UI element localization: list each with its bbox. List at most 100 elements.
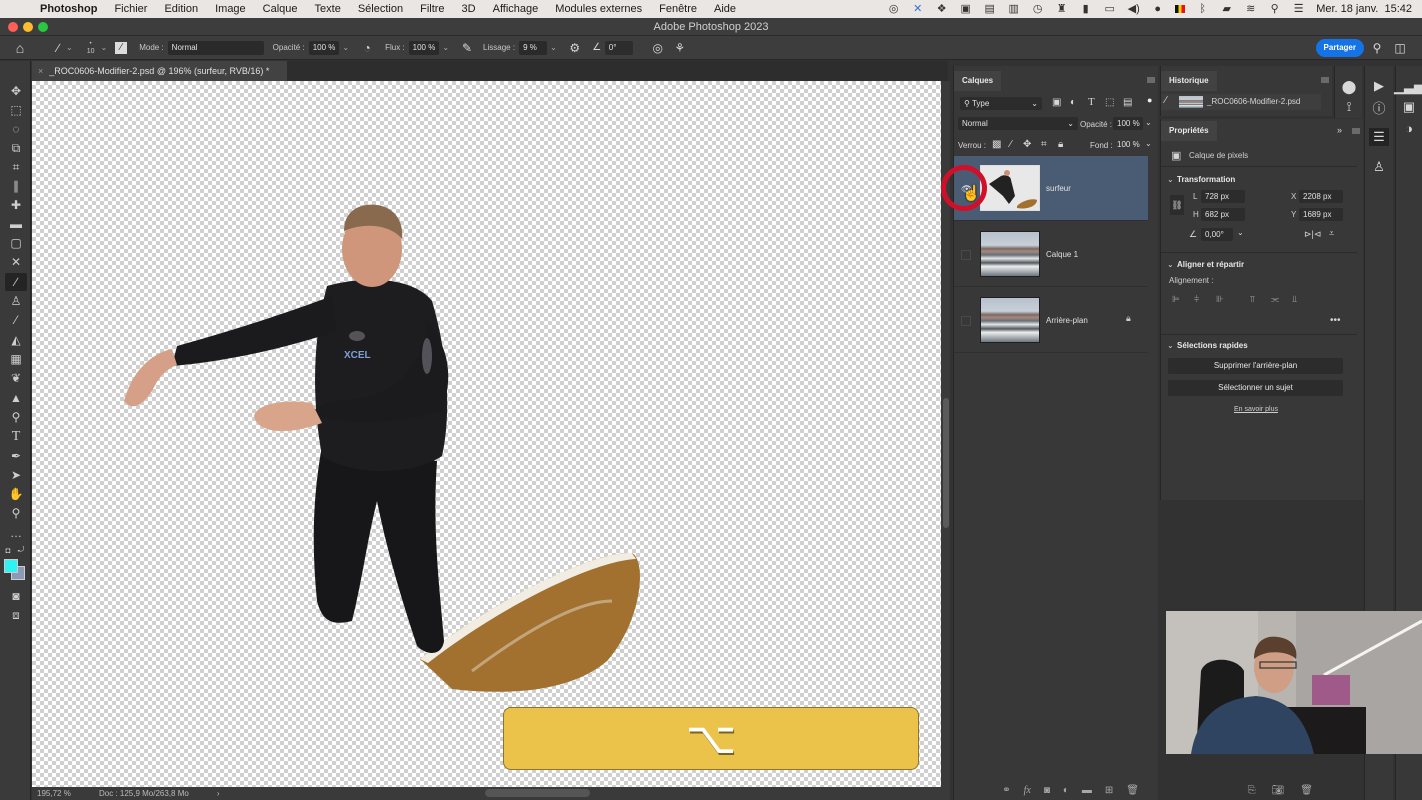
screen-mode-icon[interactable]: ⧈ <box>5 606 27 624</box>
menu-fichier[interactable]: Fichier <box>114 3 147 15</box>
add-mask-icon[interactable]: ◙ <box>1044 785 1050 796</box>
layer-row-calque-1[interactable]: Calque 1 <box>954 222 1148 287</box>
chevron-down-icon[interactable]: ⌄ <box>1167 260 1174 269</box>
binoculars-icon[interactable]: ♜ <box>1055 3 1068 15</box>
smoothing-field[interactable]: 9 % <box>519 40 548 55</box>
paths-icon[interactable]: ⟟ <box>1340 98 1358 116</box>
document-tab[interactable]: × _ROC0606-Modifier-2.psd @ 196% (surfeur… <box>32 61 287 81</box>
history-brush-source-icon[interactable]: ∕ <box>1165 95 1167 106</box>
battery-icon[interactable]: ▰ <box>1220 3 1233 15</box>
control-center-icon[interactable]: ☰ <box>1292 3 1305 15</box>
spot-healing-tool-icon[interactable]: ✚ <box>5 196 27 214</box>
status-menu-chevron-icon[interactable]: › <box>217 789 220 798</box>
y-field[interactable]: 1689 px <box>1299 208 1343 221</box>
menu-texte[interactable]: Texte <box>315 3 341 15</box>
smudge-tool-icon[interactable]: ❦ <box>5 369 27 387</box>
chevron-down-icon[interactable]: ⌄ <box>1237 228 1244 237</box>
pen-tool-icon[interactable]: ✒ <box>5 447 27 465</box>
chevron-down-icon[interactable]: ⌄ <box>342 43 349 52</box>
lock-all-icon[interactable]: 🔒︎ <box>1058 139 1063 150</box>
filter-smart-object-icon[interactable]: ▤ <box>1123 97 1132 108</box>
rotation-field[interactable]: 0,00° <box>1201 228 1233 241</box>
align-bottom-icon[interactable]: ⫫ <box>1292 294 1297 305</box>
align-hcenter-icon[interactable]: ⫩ <box>1194 294 1199 305</box>
chevron-down-icon[interactable]: ⌄ <box>550 43 557 52</box>
home-icon[interactable]: ⌂ <box>12 40 28 56</box>
quick-mask-icon[interactable]: ◙ <box>5 587 27 605</box>
history-snapshot-row[interactable]: ∕ _ROC0606-Modifier-2.psd <box>1161 94 1321 110</box>
menu-edition[interactable]: Edition <box>164 3 198 15</box>
marquee-tool-icon[interactable]: ⬚ <box>5 101 27 119</box>
document-canvas[interactable]: XCEL <box>32 81 941 787</box>
align-right-icon[interactable]: ⊪ <box>1216 294 1224 305</box>
clipboard-icon[interactable]: ▥ <box>1007 3 1020 15</box>
delete-state-icon[interactable]: 🗑︎ <box>1300 785 1313 796</box>
new-snapshot-icon[interactable]: 📷︎ <box>1272 785 1285 796</box>
bluetooth-icon[interactable]: ᛒ <box>1196 3 1209 15</box>
layer-name[interactable]: Calque 1 <box>1046 222 1078 287</box>
link-layers-icon[interactable]: ⚭ <box>1002 785 1010 796</box>
menu-fenetre[interactable]: Fenêtre <box>659 3 697 15</box>
swap-colors-icon[interactable]: ⤾ <box>15 545 27 555</box>
history-brush-tool-icon[interactable]: ⁄ <box>5 311 27 329</box>
filter-pixel-icon[interactable]: ▣ <box>1052 97 1061 108</box>
gear-icon[interactable]: ⚙ <box>567 40 583 56</box>
default-colors-icon[interactable]: ◘ <box>2 545 14 555</box>
bartender-icon[interactable]: ✕ <box>911 3 924 15</box>
chevron-down-icon[interactable]: ⌄ <box>66 43 73 52</box>
cloud-icon[interactable]: ● <box>1151 3 1164 15</box>
lock-transparency-icon[interactable]: ▩ <box>992 139 1001 150</box>
adjustments-icon[interactable]: ☰ <box>1369 128 1389 146</box>
chevron-down-icon[interactable]: ⌄ <box>442 43 449 52</box>
crop-tool-icon[interactable]: ⌗ <box>5 158 27 176</box>
align-top-icon[interactable]: ⫪ <box>1250 294 1255 305</box>
search-icon[interactable]: ⚲ <box>1369 40 1385 56</box>
menu-3d[interactable]: 3D <box>462 3 476 15</box>
filter-shape-icon[interactable]: ⬚ <box>1105 97 1114 108</box>
panel-menu-icon[interactable] <box>1321 77 1329 83</box>
share-button[interactable]: Partager <box>1315 39 1364 57</box>
object-select-tool-icon[interactable]: ⧉ <box>5 139 27 157</box>
pressure-opacity-icon[interactable]: ◔ <box>359 40 375 56</box>
close-tab-icon[interactable]: × <box>38 66 43 76</box>
remove-background-button[interactable]: Supprimer l'arrière-plan <box>1168 358 1343 374</box>
menu-aide[interactable]: Aide <box>714 3 736 15</box>
styles-icon[interactable]: ◑ <box>1400 119 1418 137</box>
channels-icon[interactable]: ⬤ <box>1340 78 1358 96</box>
dodge-tool-icon[interactable]: ⚲ <box>5 408 27 426</box>
lock-artboard-icon[interactable]: ⌗ <box>1041 139 1047 150</box>
filter-type-icon[interactable]: T <box>1088 96 1095 108</box>
collapse-panel-icon[interactable]: » <box>1337 125 1342 135</box>
flip-vertical-icon[interactable]: ⩡ <box>1329 228 1334 239</box>
hand-tool-icon[interactable]: ✋ <box>5 485 27 503</box>
layer-opacity-field[interactable]: 100 % <box>1113 117 1143 130</box>
zoom-tool-icon[interactable]: ⚲ <box>5 504 27 522</box>
tab-calques[interactable]: Calques <box>954 71 1002 91</box>
layer-filter-select[interactable]: ⚲ Type ⌄ <box>960 97 1042 110</box>
layer-name[interactable]: Arrière-plan <box>1046 288 1088 353</box>
brush-size-picker[interactable]: • 10 <box>87 40 95 56</box>
learn-more-link[interactable]: En savoir plus <box>1161 406 1351 413</box>
chevron-down-icon[interactable]: ⌄ <box>1145 118 1152 127</box>
flip-horizontal-icon[interactable]: ⊳|⊲ <box>1304 229 1321 240</box>
vertical-scroll-thumb[interactable] <box>943 398 949 528</box>
zoom-level[interactable]: 195,72 % <box>37 789 89 798</box>
patch-tool-icon[interactable]: ▢ <box>5 234 27 252</box>
clone-source-icon[interactable]: ♙ <box>1370 158 1388 176</box>
menu-app[interactable]: Photoshop <box>40 3 97 15</box>
screen-record-icon[interactable]: ▤ <box>983 3 996 15</box>
menu-filtre[interactable]: Filtre <box>420 3 444 15</box>
x-field[interactable]: 2208 px <box>1299 190 1343 203</box>
foreground-color-swatch[interactable] <box>4 559 18 573</box>
move-tool-icon[interactable]: ✥ <box>5 82 27 100</box>
type-tool-icon[interactable]: T <box>5 428 27 446</box>
opacity-field[interactable]: 100 % <box>308 40 340 55</box>
lock-pixels-icon[interactable]: ∕ <box>1010 139 1012 150</box>
flow-field[interactable]: 100 % <box>408 40 440 55</box>
link-dimensions-icon[interactable]: ⛓ <box>1170 195 1184 215</box>
lasso-tool-icon[interactable]: ◌ <box>5 120 27 138</box>
tab-proprietes[interactable]: Propriétés <box>1161 121 1217 141</box>
layer-row-arriere-plan[interactable]: Arrière-plan 🔒︎ <box>954 288 1148 353</box>
layer-style-icon[interactable]: fx <box>1024 785 1031 796</box>
eyedropper-tool-icon[interactable]: ∥ <box>5 177 27 195</box>
